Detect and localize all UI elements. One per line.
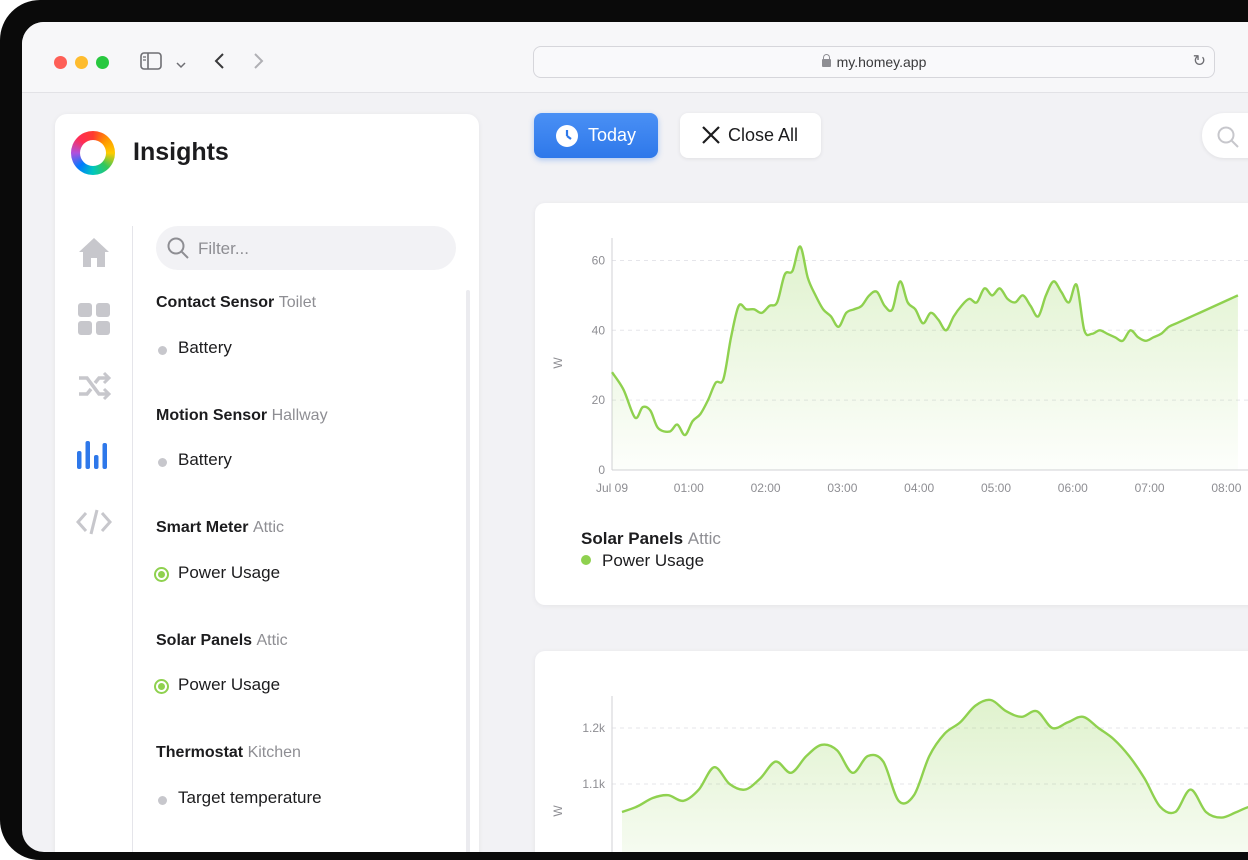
x-tick-label: 04:00: [904, 481, 934, 495]
forward-icon[interactable]: [253, 52, 265, 75]
series-color-dot: [581, 555, 591, 565]
search-icon: [166, 236, 190, 265]
inactive-dot: [158, 796, 167, 805]
x-tick-label: 01:00: [674, 481, 704, 495]
reload-icon[interactable]: ↻: [1193, 51, 1206, 71]
device-title: Smart Meter Attic: [156, 519, 285, 536]
close-all-button[interactable]: Close All: [680, 113, 821, 158]
active-indicator: [154, 679, 169, 694]
meter-power-chart[interactable]: 1.1k 1.2k W: [535, 651, 1248, 852]
device-title: Contact Sensor Toilet: [156, 294, 317, 311]
y-tick-label: 60: [592, 253, 606, 267]
filter-field[interactable]: [156, 226, 456, 272]
y-tick-label: 1.1k: [582, 777, 606, 791]
browser-toolbar: my.homey.app ↻: [22, 22, 1248, 93]
filter-input[interactable]: [196, 226, 450, 272]
homey-logo: [71, 131, 115, 175]
insights-icon[interactable]: [76, 436, 112, 472]
address-bar[interactable]: my.homey.app ↻: [533, 46, 1215, 78]
device-title: Motion Sensor Hallway: [156, 407, 328, 424]
scrollbar[interactable]: [466, 290, 470, 852]
active-indicator: [154, 567, 169, 582]
y-tick-label: 20: [592, 393, 606, 407]
minimize-window-button[interactable]: [75, 56, 88, 69]
y-tick-label: 0: [598, 463, 605, 477]
y-axis-label: W: [551, 805, 565, 817]
x-tick-label: 03:00: [827, 481, 857, 495]
today-label: Today: [588, 125, 637, 145]
clock-icon: [556, 125, 578, 147]
insight-chart-card: 0 20 40 60 W Jul 09 01:00 02:00 03:00 04:00 05:00 0…: [535, 203, 1248, 605]
x-tick-label: 08:00: [1211, 481, 1241, 495]
back-icon[interactable]: [213, 52, 225, 75]
search-button[interactable]: [1202, 113, 1248, 158]
code-icon[interactable]: [76, 504, 112, 540]
nav-divider: [132, 226, 133, 852]
y-tick-label: 40: [592, 323, 606, 337]
screen: my.homey.app ↻ Insights Filter... Contac…: [22, 22, 1248, 852]
legend-device: Solar Panels Attic: [581, 529, 721, 548]
x-tick-label: 02:00: [751, 481, 781, 495]
legend-series[interactable]: Power Usage: [581, 551, 704, 571]
y-tick-label: 1.2k: [582, 721, 606, 735]
close-icon: [701, 125, 721, 150]
y-axis-label: W: [551, 357, 565, 369]
device-title: Thermostat Kitchen: [156, 744, 301, 761]
dashboard-icon[interactable]: [76, 301, 112, 337]
maximize-window-button[interactable]: [96, 56, 109, 69]
series-area: [622, 699, 1248, 852]
device-title: Solar Panels Attic: [156, 632, 288, 649]
series-area: [612, 246, 1238, 470]
close-all-label: Close All: [728, 125, 799, 145]
x-tick-label: 07:00: [1135, 481, 1165, 495]
search-icon: [1216, 125, 1240, 154]
x-tick-label: 05:00: [981, 481, 1011, 495]
insight-chart-card: 1.1k 1.2k W: [535, 651, 1248, 852]
close-window-button[interactable]: [54, 56, 67, 69]
sidebar-toggle-icon[interactable]: [140, 52, 162, 75]
solar-power-chart[interactable]: 0 20 40 60 W Jul 09 01:00 02:00 03:00 04:00 05:00 0…: [535, 203, 1248, 523]
lock-icon: [821, 54, 831, 67]
insights-panel: Insights Filter... Contact Sensor Toilet…: [55, 114, 479, 852]
device-frame: my.homey.app ↻ Insights Filter... Contac…: [0, 0, 1248, 860]
url-text: my.homey.app: [836, 54, 927, 70]
home-icon[interactable]: [76, 234, 112, 270]
x-tick-label: 06:00: [1058, 481, 1088, 495]
panel-title: Insights: [133, 138, 229, 166]
chevron-down-icon[interactable]: [176, 56, 186, 74]
today-button[interactable]: Today: [534, 113, 658, 158]
inactive-dot: [158, 346, 167, 355]
inactive-dot: [158, 458, 167, 467]
flows-icon[interactable]: [76, 368, 112, 404]
x-tick-label: Jul 09: [596, 481, 628, 495]
